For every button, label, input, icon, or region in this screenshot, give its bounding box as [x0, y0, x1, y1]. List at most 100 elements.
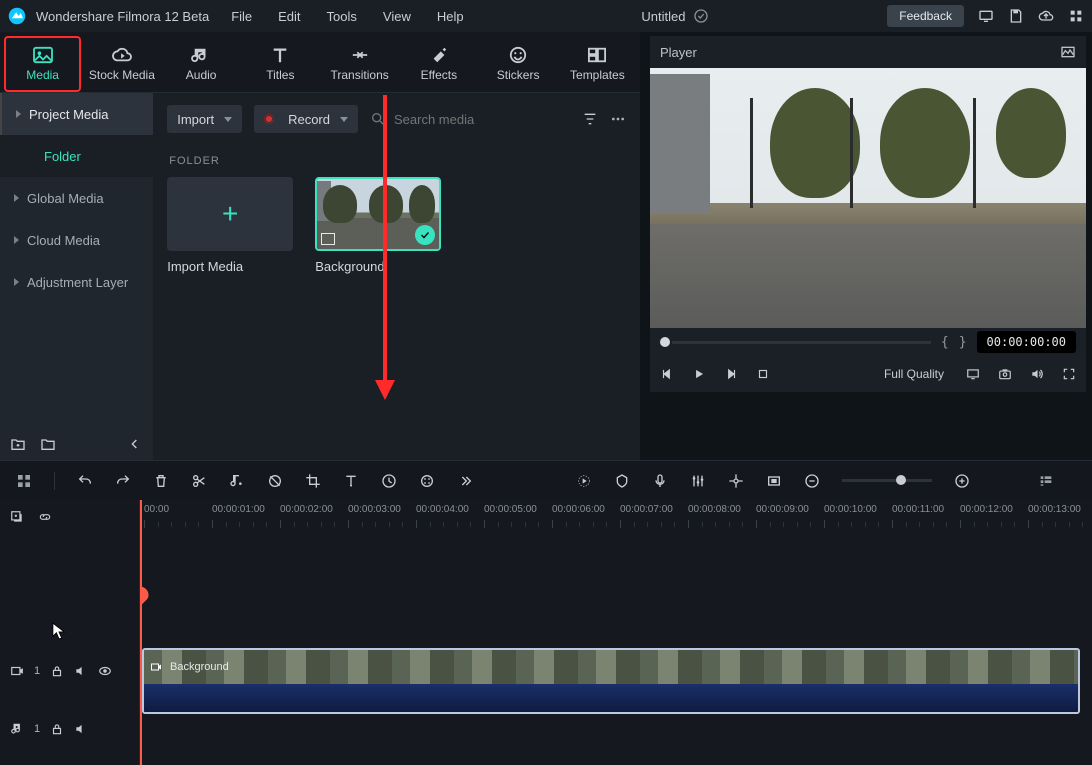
save-icon[interactable] — [1008, 8, 1024, 24]
folder-icon[interactable] — [40, 436, 56, 452]
playhead[interactable] — [140, 500, 142, 765]
snapshot-icon[interactable] — [998, 367, 1012, 381]
scope-icon[interactable] — [1060, 44, 1076, 60]
menu-edit[interactable]: Edit — [278, 9, 300, 24]
mixer-icon[interactable] — [690, 473, 706, 489]
zoom-out-icon[interactable] — [804, 473, 820, 489]
tab-media[interactable]: Media — [4, 36, 81, 92]
zoom-slider[interactable] — [842, 479, 932, 482]
ruler-tick: 00:00:06:00 — [552, 504, 605, 515]
fit-icon[interactable] — [766, 473, 782, 489]
cursor-icon — [52, 622, 66, 640]
mask-icon[interactable] — [267, 473, 283, 489]
chevron-down-icon — [224, 117, 232, 122]
collapse-icon[interactable] — [127, 436, 143, 452]
record-label: Record — [288, 112, 330, 127]
ruler-tick: 00:00:12:00 — [960, 504, 1013, 515]
tab-effects[interactable]: Effects — [400, 36, 477, 92]
media-icon — [32, 46, 54, 64]
audio-track-header[interactable]: 1 — [0, 700, 139, 758]
cut-icon[interactable] — [191, 473, 207, 489]
mark-in-label[interactable]: { — [941, 335, 949, 350]
undo-icon[interactable] — [77, 473, 93, 489]
track-options-icon[interactable] — [1038, 473, 1054, 489]
ruler-tick: 00:00:10:00 — [824, 504, 877, 515]
menu-tools[interactable]: Tools — [327, 9, 357, 24]
volume-icon[interactable] — [1030, 367, 1044, 381]
sidebar-label: Cloud Media — [27, 233, 100, 248]
next-frame-icon[interactable] — [724, 367, 738, 381]
sidebar-item-project-media[interactable]: Project Media — [0, 93, 153, 135]
add-track-icon[interactable] — [10, 510, 24, 524]
play-icon[interactable] — [692, 367, 706, 381]
timeline-clip[interactable]: Background — [142, 648, 1080, 714]
import-media-card[interactable]: + Import Media — [167, 177, 293, 274]
lock-icon[interactable] — [50, 722, 64, 736]
mute-icon[interactable] — [74, 664, 88, 678]
fullscreen-icon[interactable] — [1062, 367, 1076, 381]
more-tools-icon[interactable] — [457, 473, 473, 489]
playback-scrubber[interactable] — [660, 337, 931, 347]
tab-titles[interactable]: Titles — [242, 36, 319, 92]
import-thumb[interactable]: + — [167, 177, 293, 251]
sidebar-label: Project Media — [29, 107, 108, 122]
prev-frame-icon[interactable] — [660, 367, 674, 381]
clip-indicator-icon — [321, 233, 335, 245]
tab-stock-media[interactable]: Stock Media — [83, 36, 160, 92]
filter-icon[interactable] — [582, 111, 598, 127]
add-folder-icon[interactable] — [10, 436, 26, 452]
tab-transitions[interactable]: Transitions — [321, 36, 398, 92]
more-icon[interactable] — [610, 111, 626, 127]
card-label: Import Media — [167, 259, 293, 274]
lock-icon[interactable] — [50, 664, 64, 678]
ruler-tick: 00:00:03:00 — [348, 504, 401, 515]
text-tool-icon[interactable] — [343, 473, 359, 489]
marker-icon[interactable] — [614, 473, 630, 489]
zoom-in-icon[interactable] — [954, 473, 970, 489]
video-track-header[interactable]: 1 — [0, 642, 139, 700]
search-input[interactable] — [394, 112, 570, 127]
tab-stickers[interactable]: Stickers — [480, 36, 557, 92]
menu-file[interactable]: File — [231, 9, 252, 24]
sidebar-item-adjustment[interactable]: Adjustment Layer — [0, 261, 153, 303]
tab-audio[interactable]: Audio — [163, 36, 240, 92]
link-icon[interactable] — [38, 510, 52, 524]
sidebar-item-folder[interactable]: Folder — [0, 135, 153, 177]
quality-dropdown[interactable]: Full Quality — [884, 367, 948, 381]
audio-detach-icon[interactable] — [229, 473, 245, 489]
tab-trans-label: Transitions — [331, 68, 389, 82]
crop-icon[interactable] — [305, 473, 321, 489]
track-area[interactable]: 00:0000:00:01:0000:00:02:0000:00:03:0000… — [140, 500, 1092, 765]
color-icon[interactable] — [419, 473, 435, 489]
voiceover-icon[interactable] — [652, 473, 668, 489]
menu-help[interactable]: Help — [437, 9, 464, 24]
render-icon[interactable] — [576, 473, 592, 489]
bg-thumb[interactable] — [315, 177, 441, 251]
tab-templates[interactable]: Templates — [559, 36, 636, 92]
redo-icon[interactable] — [115, 473, 131, 489]
cloud-upload-icon[interactable] — [1038, 8, 1054, 24]
background-media-card[interactable]: Background — [315, 177, 441, 274]
speed-icon[interactable] — [381, 473, 397, 489]
device-icon[interactable] — [978, 8, 994, 24]
visibility-icon[interactable] — [98, 664, 112, 678]
apps-grid-icon[interactable] — [1068, 8, 1084, 24]
time-ruler[interactable]: 00:0000:00:01:0000:00:02:0000:00:03:0000… — [140, 500, 1092, 532]
import-dropdown[interactable]: Import — [167, 105, 242, 133]
mark-out-label[interactable]: } — [959, 335, 967, 350]
sidebar-label: Adjustment Layer — [27, 275, 128, 290]
grid-icon[interactable] — [16, 473, 32, 489]
ruler-tick: 00:00:04:00 — [416, 504, 469, 515]
feedback-button[interactable]: Feedback — [887, 5, 964, 27]
sidebar-item-cloud-media[interactable]: Cloud Media — [0, 219, 153, 261]
mute-icon[interactable] — [74, 722, 88, 736]
delete-icon[interactable] — [153, 473, 169, 489]
record-dropdown[interactable]: Record — [254, 105, 358, 133]
display-icon[interactable] — [966, 367, 980, 381]
menu-view[interactable]: View — [383, 9, 411, 24]
timeline-toolbar — [0, 460, 1092, 500]
auto-ripple-icon[interactable] — [728, 473, 744, 489]
preview-viewport[interactable] — [650, 68, 1086, 328]
stop-icon[interactable] — [756, 367, 770, 381]
sidebar-item-global-media[interactable]: Global Media — [0, 177, 153, 219]
